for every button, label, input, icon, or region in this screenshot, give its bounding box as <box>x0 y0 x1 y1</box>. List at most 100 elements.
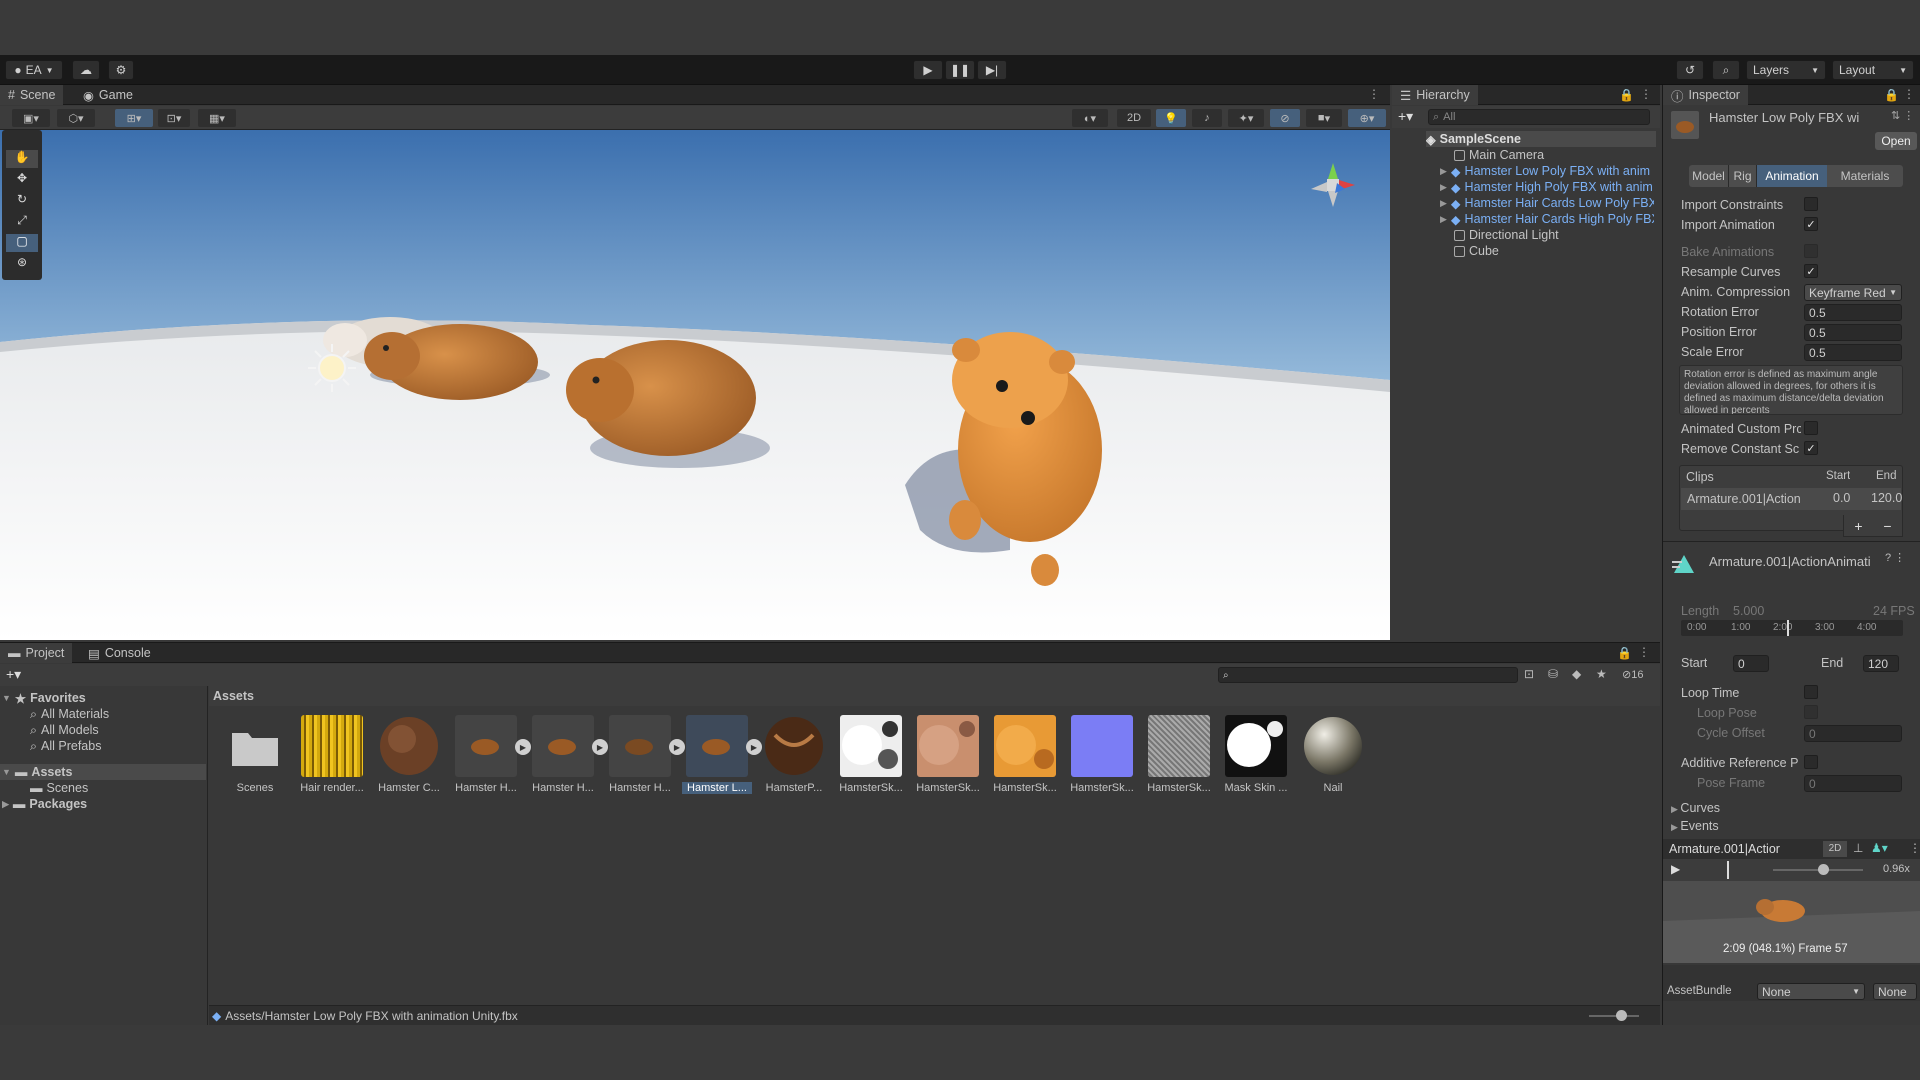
step-button[interactable]: ▶| <box>977 60 1007 80</box>
preview-playhead[interactable] <box>1727 861 1729 879</box>
rect-tool[interactable]: ▢ <box>6 234 38 252</box>
speed-slider-thumb[interactable] <box>1818 864 1829 875</box>
scenes-folder[interactable]: ▬ Scenes <box>30 780 88 796</box>
tab-rig[interactable]: Rig <box>1729 165 1757 187</box>
avatar-icon[interactable]: ♟▾ <box>1871 841 1888 855</box>
tab-game[interactable]: ◉ Game <box>75 85 141 105</box>
search-button[interactable]: ⌕ <box>1712 60 1740 80</box>
additive-ref-checkbox[interactable] <box>1804 755 1818 769</box>
expand-play-icon[interactable]: ▶ <box>515 739 531 755</box>
remove-constant-checkbox[interactable]: ✓ <box>1804 441 1818 455</box>
loop-pose-checkbox[interactable] <box>1804 705 1818 719</box>
lock-icon[interactable]: 🔒 <box>1619 88 1634 102</box>
asset-item[interactable]: HamsterP... <box>759 715 829 805</box>
history-button[interactable]: ↺ <box>1676 60 1704 80</box>
more-icon[interactable]: ⋮ <box>1903 87 1915 101</box>
position-error-input[interactable]: 0.5 <box>1804 324 1902 341</box>
favorites-folder[interactable]: ▼ ★ Favorites <box>2 690 86 706</box>
asset-item[interactable]: ▶ Hamster H... <box>451 715 531 805</box>
filter-type-icon[interactable]: ⛁ <box>1548 667 1558 681</box>
pose-frame-input[interactable]: 0 <box>1804 775 1902 792</box>
anim-compression-dropdown[interactable]: Keyframe Red ▼ <box>1804 284 1902 301</box>
curves-foldout[interactable]: ▶ Curves <box>1671 801 1720 815</box>
rotate-tool[interactable]: ↻ <box>6 192 38 210</box>
effects-dropdown[interactable]: ✦▾ <box>1228 109 1264 127</box>
draw-mode-dropdown[interactable]: ▣▾ <box>12 109 50 127</box>
thumbnail-size-thumb[interactable] <box>1616 1010 1627 1021</box>
grid-snap-dropdown[interactable]: ⊞▾ <box>115 109 153 127</box>
asset-item[interactable]: ▶ Hamster H... <box>605 715 685 805</box>
scale-tool[interactable]: ⤢ <box>6 213 38 231</box>
tab-scene[interactable]: # Scene <box>0 85 64 105</box>
lock-icon[interactable]: 🔒 <box>1617 646 1632 660</box>
fav-item[interactable]: ⌕ All Models <box>30 722 99 738</box>
create-asset-button[interactable]: +▾ <box>6 666 21 683</box>
assetbundle-dropdown[interactable]: None ▼ <box>1757 983 1865 1000</box>
asset-item-selected[interactable]: ▶ Hamster L... <box>682 715 762 805</box>
hierarchy-item[interactable]: ▶ ◆ Hamster Hair Cards High Poly FBX <box>1440 211 1654 227</box>
asset-item[interactable]: HamsterSk... <box>836 715 906 805</box>
more-icon[interactable]: ⋮ <box>1640 87 1652 101</box>
expand-play-icon[interactable]: ▶ <box>746 739 762 755</box>
breadcrumb[interactable]: Assets <box>213 689 254 703</box>
more-icon[interactable]: ⋮ <box>1368 87 1380 101</box>
tab-inspector[interactable]: ⓘ Inspector <box>1663 85 1748 105</box>
add-clip-button[interactable]: + <box>1854 518 1862 534</box>
play-button[interactable]: ▶ <box>913 60 943 80</box>
cloud-button[interactable]: ☁ <box>72 60 100 80</box>
hierarchy-item[interactable]: ▶ ◆ Hamster Hair Cards Low Poly FBX <box>1440 195 1654 211</box>
add-object-button[interactable]: +▾ <box>1398 108 1413 125</box>
tab-console[interactable]: ▤ Console <box>80 643 159 663</box>
more-icon[interactable]: ⋮ <box>1638 645 1650 659</box>
asset-item[interactable]: Hamster C... <box>374 715 444 805</box>
import-constraints-checkbox[interactable] <box>1804 197 1818 211</box>
pause-button[interactable]: ❚❚ <box>945 60 975 80</box>
remove-clip-button[interactable]: − <box>1883 518 1891 534</box>
lighting-toggle[interactable]: 💡 <box>1156 109 1186 127</box>
hierarchy-item[interactable]: Main Camera <box>1454 147 1654 163</box>
hierarchy-item[interactable]: ▶ ◆ Hamster Low Poly FBX with anim <box>1440 163 1654 179</box>
account-dropdown[interactable]: ● EA ▼ <box>5 60 63 80</box>
pivot-icon[interactable]: ⊥ <box>1853 841 1863 855</box>
search-mode-icon[interactable]: ⊡ <box>1524 667 1534 681</box>
star-icon[interactable]: ★ <box>1596 667 1607 681</box>
asset-item[interactable]: HamsterSk... <box>990 715 1060 805</box>
hidden-toggle[interactable]: ⊘ <box>1270 109 1300 127</box>
tab-model[interactable]: Model <box>1689 165 1729 187</box>
lock-icon[interactable]: 🔒 <box>1884 88 1899 102</box>
tab-materials[interactable]: Materials <box>1827 165 1903 187</box>
asset-item[interactable]: ▶ Hamster H... <box>528 715 608 805</box>
expand-play-icon[interactable]: ▶ <box>592 739 608 755</box>
camera-dropdown[interactable]: ■ ▾ <box>1306 109 1342 127</box>
preview-2d-toggle[interactable]: 2D <box>1823 841 1847 857</box>
events-foldout[interactable]: ▶ Events <box>1671 819 1719 833</box>
asset-item[interactable]: Mask Skin ... <box>1221 715 1291 805</box>
toggle-2d-button[interactable]: 2D <box>1117 109 1151 127</box>
fav-item[interactable]: ⌕ All Materials <box>30 706 109 722</box>
animated-custom-checkbox[interactable] <box>1804 421 1818 435</box>
label-icon[interactable]: ◆ <box>1572 667 1581 681</box>
timeline-playhead[interactable] <box>1787 620 1789 636</box>
rotation-error-input[interactable]: 0.5 <box>1804 304 1902 321</box>
asset-item[interactable]: HamsterSk... <box>1144 715 1214 805</box>
end-input[interactable]: 120 <box>1863 655 1899 672</box>
asset-item[interactable]: Scenes <box>220 715 290 805</box>
project-search-input[interactable]: ⌕ <box>1218 667 1518 683</box>
hierarchy-item[interactable]: Directional Light <box>1454 227 1654 243</box>
hand-tool[interactable]: ✋ <box>6 150 38 168</box>
import-animation-checkbox[interactable]: ✓ <box>1804 217 1818 231</box>
hidden-count[interactable]: ⊘16 <box>1622 668 1643 681</box>
grid-display-dropdown[interactable]: ▦▾ <box>198 109 236 127</box>
timeline-ruler[interactable]: 0:00 1:00 2:00 3:00 4:00 <box>1681 620 1903 636</box>
clip-row[interactable]: Armature.001|Action 0.0 120.0 <box>1681 488 1902 510</box>
audio-toggle[interactable]: ♪ <box>1192 109 1222 127</box>
expand-play-icon[interactable]: ▶ <box>669 739 685 755</box>
hierarchy-item[interactable]: Cube <box>1454 243 1654 259</box>
gizmos-dropdown[interactable]: ⊕ ▾ <box>1348 109 1386 127</box>
assets-folder[interactable]: ▼ ▬ Assets <box>0 764 206 780</box>
thumbnail-size-slider[interactable] <box>1589 1015 1639 1017</box>
bake-animations-checkbox[interactable] <box>1804 244 1818 258</box>
hierarchy-scene-row[interactable]: ◈ SampleScene <box>1426 131 1656 147</box>
loop-time-checkbox[interactable] <box>1804 685 1818 699</box>
more-icon[interactable]: ⋮ <box>1909 841 1920 855</box>
